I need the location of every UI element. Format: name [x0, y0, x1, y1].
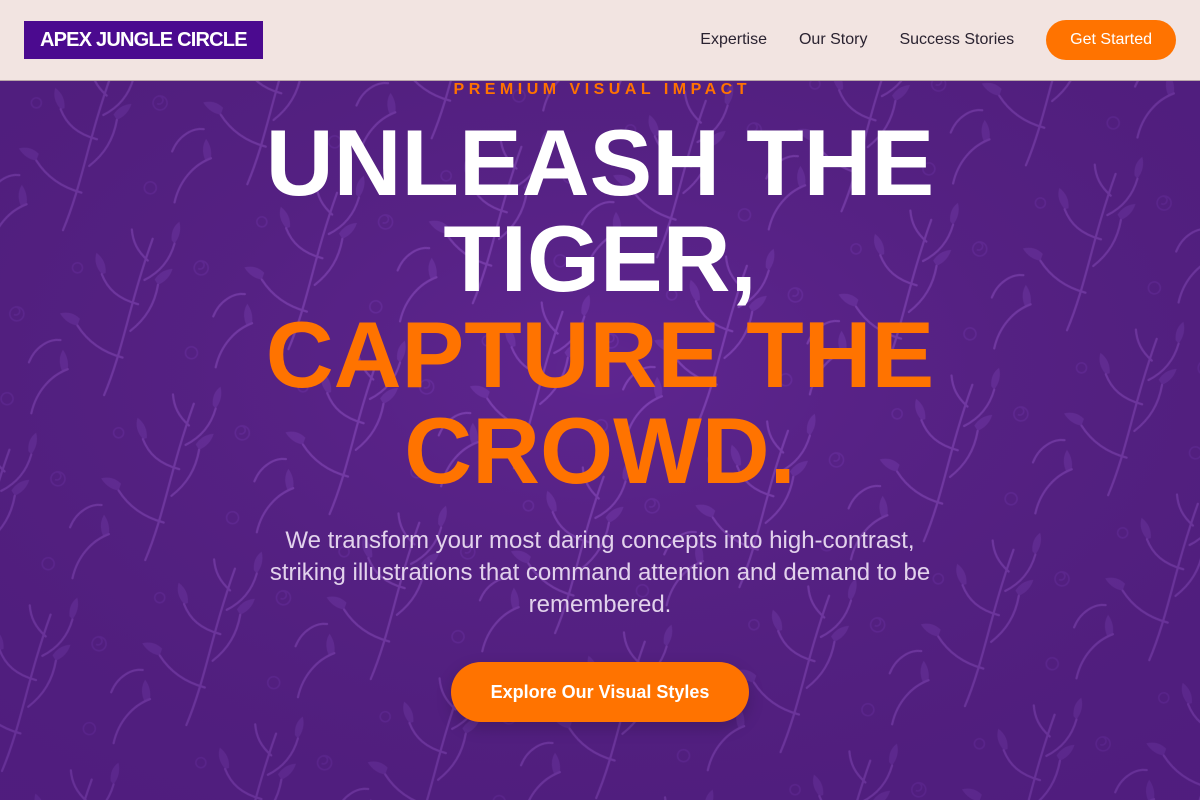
nav-link-expertise[interactable]: Expertise: [700, 31, 767, 49]
explore-visual-styles-button[interactable]: Explore Our Visual Styles: [451, 662, 749, 722]
hero-headline: UNLEASH THE TIGER, CAPTURE THE CROWD.: [200, 115, 1000, 499]
hero-section: PREMIUM VISUAL IMPACT UNLEASH THE TIGER,…: [0, 81, 1200, 800]
site-header: APEX JUNGLE CIRCLE Expertise Our Story S…: [0, 0, 1200, 81]
logo[interactable]: APEX JUNGLE CIRCLE: [24, 21, 263, 59]
headline-white: UNLEASH THE TIGER,: [265, 110, 935, 311]
landing-page: APEX JUNGLE CIRCLE Expertise Our Story S…: [0, 0, 1200, 800]
nav-link-our-story[interactable]: Our Story: [799, 31, 867, 49]
main-nav: Expertise Our Story Success Stories Get …: [700, 20, 1176, 60]
headline-orange: CAPTURE THE CROWD.: [265, 302, 935, 503]
hero-content: PREMIUM VISUAL IMPACT UNLEASH THE TIGER,…: [0, 81, 1200, 800]
get-started-button[interactable]: Get Started: [1046, 20, 1176, 60]
hero-eyebrow: PREMIUM VISUAL IMPACT: [453, 81, 751, 98]
hero-subtext: We transform your most daring concepts i…: [269, 527, 931, 618]
nav-link-success-stories[interactable]: Success Stories: [899, 31, 1014, 49]
